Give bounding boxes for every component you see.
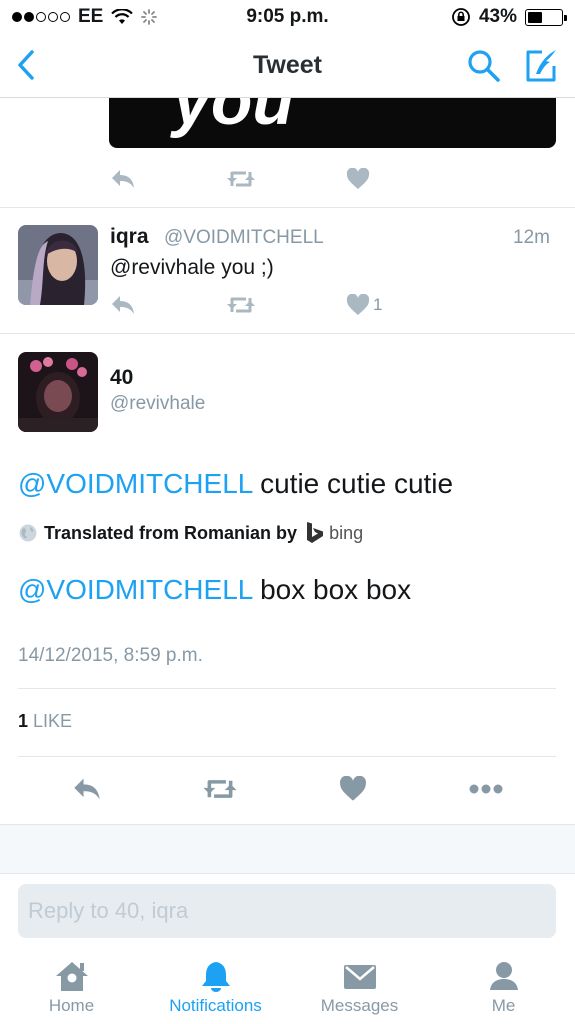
compose-tweet-icon[interactable] <box>522 46 562 86</box>
reply-icon <box>74 778 100 800</box>
person-icon <box>489 962 518 990</box>
translated-tweet-text: @VOIDMITCHELL cutie cutie cutie <box>18 468 453 500</box>
author-handle[interactable]: @revivhale <box>110 393 205 415</box>
author-name[interactable]: 40 <box>110 366 133 390</box>
tab-me[interactable]: Me <box>432 950 575 1024</box>
original-tweet-text: @VOIDMITCHELL box box box <box>18 574 411 606</box>
home-icon <box>55 962 88 991</box>
tweet-image[interactable]: you <box>109 98 556 148</box>
like-count: 1 <box>373 295 383 314</box>
like-button[interactable] <box>346 164 370 194</box>
likes-count: 1 <box>18 711 29 731</box>
search-icon[interactable] <box>466 48 502 84</box>
heart-icon <box>340 776 366 801</box>
retweet-icon <box>203 780 237 798</box>
retweet-icon <box>227 171 255 187</box>
translated-from-label: Translated from Romanian by <box>44 522 298 543</box>
retweet-button[interactable] <box>202 774 238 804</box>
likes-summary[interactable]: 1 LIKE <box>18 711 72 732</box>
original-text: box box box <box>260 574 412 605</box>
status-bar: EE 9:05 p.m. 43% <box>0 0 575 34</box>
reply-icon <box>112 296 134 314</box>
tab-label: Home <box>48 996 95 1015</box>
reply-tweet-actions: 1 <box>108 290 408 320</box>
likes-label: LIKE <box>33 711 73 731</box>
divider <box>18 756 556 757</box>
like-button[interactable] <box>339 774 367 804</box>
tweet-time: 12m <box>513 227 550 248</box>
avatar[interactable] <box>18 352 98 432</box>
more-dots-icon <box>469 784 503 794</box>
more-options-button[interactable] <box>469 774 503 804</box>
globe-icon <box>19 524 37 542</box>
mention-link[interactable]: @VOIDMITCHELL <box>18 574 252 605</box>
previous-tweet-actions <box>108 164 408 194</box>
retweet-button[interactable] <box>226 290 256 320</box>
divider <box>18 688 556 689</box>
tab-label: Messages <box>320 996 399 1015</box>
reply-button[interactable] <box>72 774 102 804</box>
nav-bar: Tweet <box>0 34 575 98</box>
translation-attribution: Translated from Romanian by bing <box>18 521 363 545</box>
retweet-icon <box>227 297 255 313</box>
reply-input[interactable] <box>18 884 556 938</box>
reply-icon <box>112 170 134 188</box>
avatar[interactable] <box>18 225 98 305</box>
like-button[interactable]: 1 <box>346 290 382 320</box>
translator-name: bing <box>329 522 364 543</box>
tab-messages[interactable]: Messages <box>288 950 431 1024</box>
heart-icon <box>346 294 370 315</box>
author-handle[interactable]: @VOIDMITCHELL <box>164 227 324 249</box>
heart-icon <box>346 168 370 189</box>
tweet-image-text: you <box>173 98 294 139</box>
author-name[interactable]: iqra <box>110 225 149 249</box>
reply-button[interactable] <box>110 290 136 320</box>
battery-percent: 43% <box>478 6 517 27</box>
divider <box>0 207 575 208</box>
tab-bar: Home Notifications Messages Me <box>0 950 575 1024</box>
tab-home[interactable]: Home <box>0 950 143 1024</box>
status-right: 43% <box>451 6 567 28</box>
tweet-text: @revivhale you ;) <box>110 256 274 279</box>
divider <box>0 333 575 334</box>
bing-logo-icon <box>307 522 324 543</box>
tab-label: Notifications <box>169 996 262 1015</box>
rotation-lock-icon <box>452 8 470 26</box>
battery-fill <box>528 11 542 23</box>
tab-label: Me <box>491 996 516 1015</box>
retweet-button[interactable] <box>226 164 256 194</box>
main-tweet-actions <box>0 774 575 804</box>
reply-button[interactable] <box>110 164 136 194</box>
battery-icon <box>525 8 567 26</box>
translated-text: cutie cutie cutie <box>260 468 454 499</box>
conversation-spacer <box>0 824 575 874</box>
mention-link[interactable]: @VOIDMITCHELL <box>18 468 252 499</box>
envelope-icon <box>343 965 376 989</box>
tab-notifications[interactable]: Notifications <box>144 950 287 1024</box>
tweet-timestamp: 14/12/2015, 8:59 p.m. <box>18 645 203 666</box>
bell-icon <box>201 962 230 992</box>
